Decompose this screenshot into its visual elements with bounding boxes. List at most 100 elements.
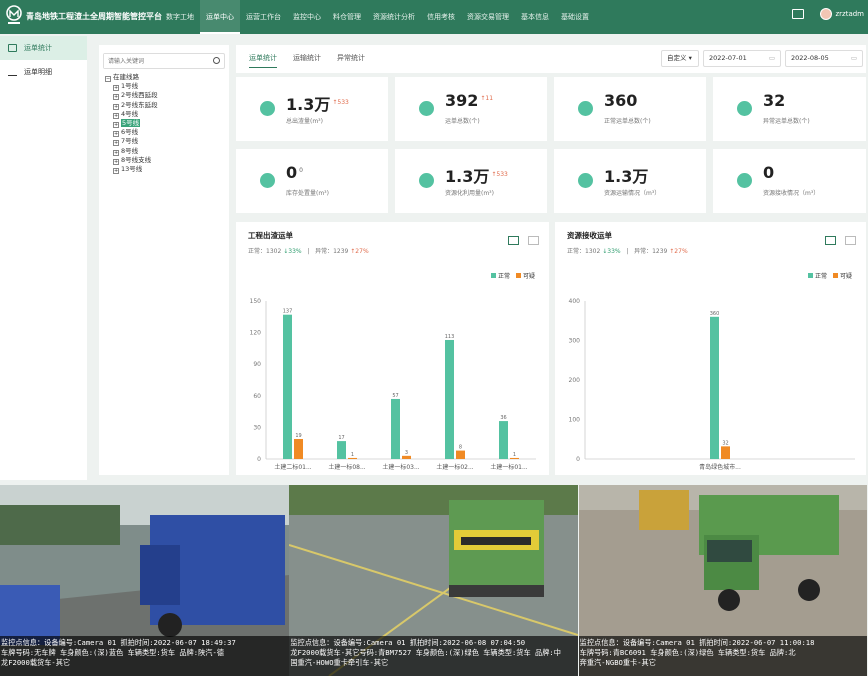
- stat-value: 1.3万: [445, 167, 490, 186]
- start-date-input[interactable]: 2022-07-01 ▭: [703, 50, 781, 67]
- tree-node[interactable]: +8号线支线: [105, 156, 158, 165]
- tree-node[interactable]: +2号线西延段: [105, 91, 158, 101]
- stat-label: 库存处置量(m³): [286, 190, 329, 197]
- tree-node[interactable]: +7号线: [105, 137, 158, 147]
- nav-item[interactable]: 基本信息: [515, 0, 555, 34]
- main-content: 运单统计 运输统计 异常统计 自定义 ▾ 2022-07-01 ▭ 2022-08…: [236, 45, 866, 475]
- nav-item[interactable]: 运单中心: [200, 0, 240, 34]
- nav-item[interactable]: 信用考核: [421, 0, 461, 34]
- camera-snapshot-2[interactable]: 监控点信息：设备编号:Camera 01 抓拍时间:2022-06-08 07:…: [289, 485, 579, 676]
- end-date-input[interactable]: 2022-08-05 ▭: [785, 50, 863, 67]
- stat-delta: ↑533: [332, 98, 349, 106]
- bar-value-label: 3: [405, 450, 408, 456]
- camera-info-line: 监控点信息：设备编号:Camera 01 抓拍时间:2022-06-07 18:…: [1, 638, 236, 647]
- nav-item[interactable]: 数字工地: [160, 0, 200, 34]
- y-tick-label: 60: [253, 393, 261, 400]
- bar-value-label: 19: [295, 433, 301, 439]
- tab-exception-stats[interactable]: 异常统计: [337, 53, 365, 63]
- tree-node-label: 8号线: [121, 146, 139, 155]
- tree-node[interactable]: +13号线: [105, 165, 158, 175]
- bar-value-label: 137: [283, 309, 293, 315]
- bar-value-label: 113: [445, 334, 455, 340]
- nav-item[interactable]: 资源交易管理: [461, 0, 515, 34]
- edit-icon: [8, 68, 17, 76]
- tree-root-label: 在建线路: [113, 73, 139, 81]
- tree-node[interactable]: +4号线: [105, 110, 158, 119]
- camera-strip: 监控点信息：设备编号:Camera 01 抓拍时间:2022-06-07 18:…: [0, 485, 868, 676]
- tab-transport-stats[interactable]: 运输统计: [293, 53, 321, 63]
- tree-node-label: 5号线: [121, 119, 141, 128]
- bar: [510, 457, 519, 459]
- nav-item[interactable]: 料仓管理: [327, 0, 367, 34]
- expand-icon[interactable]: +: [113, 112, 119, 119]
- camera-info: 监控点信息：设备编号:Camera 01 抓拍时间:2022-06-07 11:…: [578, 636, 868, 676]
- expand-icon[interactable]: +: [113, 140, 119, 147]
- expand-icon[interactable]: +: [113, 94, 119, 101]
- bar-value-label: 17: [338, 435, 344, 441]
- expand-icon[interactable]: +: [113, 103, 119, 110]
- stat-value-wrap: 32: [763, 91, 787, 110]
- nav-item[interactable]: 资源统计分析: [367, 0, 421, 34]
- stat-value-wrap: 1.3万 ↑533: [286, 91, 349, 115]
- camera-info-line: 龙F2000载货车-其它: [1, 658, 71, 667]
- expand-icon[interactable]: +: [113, 149, 119, 156]
- stat-value: 1.3万: [286, 95, 331, 114]
- stat-value-wrap: 1.3万: [604, 163, 650, 187]
- x-tick-label: 土建一标08...: [328, 463, 365, 471]
- y-tick-label: 400: [569, 298, 581, 305]
- camera-snapshot-3[interactable]: 监控点信息：设备编号:Camera 01 抓拍时间:2022-06-07 11:…: [578, 485, 868, 676]
- tree-node-label: 13号线: [121, 165, 143, 174]
- stat-label: 总出渣量(m³): [286, 118, 323, 125]
- stat-value-wrap: 360: [604, 91, 639, 110]
- tab-waybill-stats[interactable]: 运单统计: [249, 53, 277, 68]
- sidebar-item-waybill-stats[interactable]: 运单统计: [0, 36, 87, 60]
- expand-icon[interactable]: +: [113, 85, 119, 92]
- x-tick-label: 土建一标02...: [436, 463, 473, 471]
- user-name[interactable]: zrztadm: [835, 10, 864, 18]
- bar: [499, 421, 508, 459]
- period-select-value: 自定义: [667, 54, 687, 62]
- bar-value-label: 1: [351, 452, 354, 458]
- stat-icon: [737, 173, 752, 188]
- sidebar-item-waybill-detail[interactable]: 运单明细: [0, 60, 87, 84]
- nav-item[interactable]: 基础设置: [555, 0, 595, 34]
- expand-icon[interactable]: +: [113, 168, 119, 175]
- tree-root[interactable]: − 在建线路: [105, 73, 158, 82]
- nav-item[interactable]: 运营工作台: [240, 0, 287, 34]
- camera-info-line: 监控点信息：设备编号:Camera 01 抓拍时间:2022-06-08 07:…: [290, 638, 526, 647]
- bar-value-label: 57: [392, 393, 398, 399]
- stat-delta: 0: [299, 166, 303, 174]
- tree-node[interactable]: +8号线: [105, 147, 158, 156]
- expand-icon[interactable]: +: [113, 131, 119, 138]
- stat-card: 360 正常运单总数(个): [554, 77, 706, 141]
- tree-node-label: 8号线支线: [121, 155, 152, 164]
- x-tick-label: 土建二标01...: [274, 463, 311, 471]
- nav-item[interactable]: 监控中心: [287, 0, 327, 34]
- metro-logo-icon: [6, 5, 22, 24]
- camera-snapshot-1[interactable]: 监控点信息：设备编号:Camera 01 抓拍时间:2022-06-07 18:…: [0, 485, 289, 676]
- user-area: zrztadm: [792, 8, 864, 20]
- main-nav: 数字工地 运单中心 运营工作台 监控中心 料仓管理 资源统计分析 信用考核 资源交易管理 基本信…: [160, 0, 595, 34]
- tree-node[interactable]: +2号线东延段: [105, 101, 158, 110]
- stat-value-wrap: 00: [286, 163, 303, 182]
- y-tick-label: 30: [253, 424, 261, 431]
- collapse-icon[interactable]: −: [105, 76, 111, 82]
- search-icon[interactable]: [213, 57, 220, 64]
- period-select[interactable]: 自定义 ▾: [661, 50, 699, 67]
- expand-icon[interactable]: +: [113, 122, 119, 129]
- expand-icon[interactable]: +: [113, 158, 119, 165]
- stat-value-wrap: 0: [763, 163, 776, 182]
- avatar[interactable]: [820, 8, 833, 20]
- line-tree: − 在建线路 +1号线 +2号线西延段 +2号线东延段 +4号线 +5号线 +6号线 +7号线 +…: [105, 73, 158, 175]
- y-tick-label: 0: [576, 456, 580, 463]
- y-tick-label: 300: [569, 338, 581, 345]
- screen-icon[interactable]: [792, 9, 805, 19]
- camera-info-line: 监控点信息：设备编号:Camera 01 抓拍时间:2022-06-07 11:…: [579, 638, 815, 647]
- camera-info: 监控点信息：设备编号:Camera 01 抓拍时间:2022-06-08 07:…: [289, 636, 579, 676]
- end-date-value: 2022-08-05: [791, 54, 829, 62]
- tree-node[interactable]: +5号线: [105, 119, 158, 129]
- search-input[interactable]: [104, 54, 204, 68]
- top-bar: 青岛地铁工程渣土全周期智能管控平台 数字工地 运单中心 运营工作台 监控中心 料仓管理资…: [0, 0, 868, 34]
- project-bar-chart: 0 30 60 90 120 150 137 19 土建二标01... 17 1 土建一标08... 5…: [250, 298, 536, 471]
- stat-value: 1.3万: [604, 167, 649, 186]
